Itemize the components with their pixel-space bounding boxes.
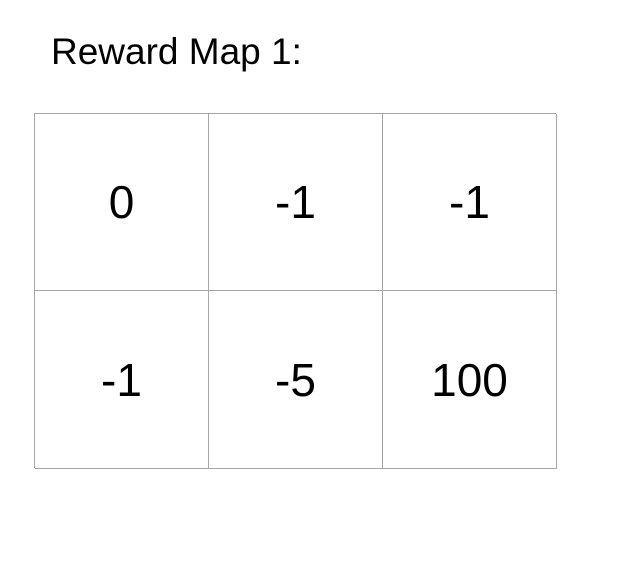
grid-cell-r0-c0: 0: [35, 114, 209, 291]
grid-cell-r0-c1: -1: [209, 114, 383, 291]
reward-map-title: Reward Map 1:: [51, 31, 302, 72]
grid-cell-r1-c2: 100: [383, 291, 557, 469]
grid-cell-r1-c1: -5: [209, 291, 383, 469]
reward-grid: 0 -1 -1 -1 -5 100: [34, 113, 557, 469]
grid-cell-r1-c0: -1: [35, 291, 209, 469]
grid-cell-r0-c2: -1: [383, 114, 557, 291]
